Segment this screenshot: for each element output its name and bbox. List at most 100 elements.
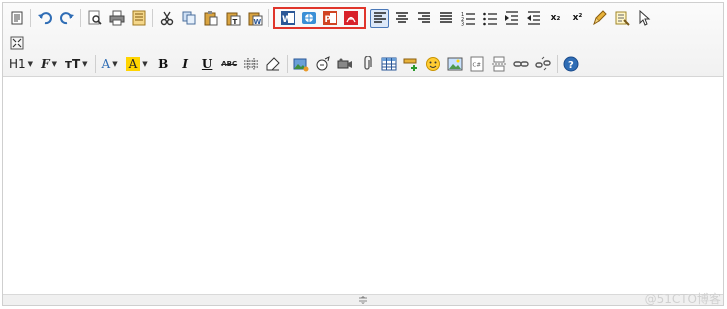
chevron-down-icon: ▼ — [142, 60, 148, 68]
heading-label: H1 — [9, 57, 26, 71]
svg-text:W: W — [253, 18, 261, 26]
italic-button[interactable]: I — [176, 55, 195, 74]
template-button[interactable] — [129, 9, 148, 28]
powerpoint-import-button[interactable]: P — [320, 9, 339, 28]
link-button[interactable] — [512, 55, 531, 74]
align-right-icon — [417, 12, 430, 23]
bold-button[interactable]: B — [154, 55, 173, 74]
font-size-label: тT — [64, 57, 81, 71]
insert-table-button[interactable] — [380, 55, 399, 74]
align-right-button[interactable] — [414, 9, 433, 28]
outdent-icon — [526, 11, 540, 25]
smiley-icon — [426, 57, 441, 71]
unlink-button[interactable] — [534, 55, 553, 74]
ordered-list-icon: 123 — [461, 12, 475, 27]
copy-button[interactable] — [179, 9, 198, 28]
chevron-down-icon: ▼ — [27, 60, 34, 68]
word-import-button[interactable]: W — [278, 9, 297, 28]
subscript-label: x₂ — [550, 13, 561, 23]
insert-row-button[interactable] — [402, 55, 421, 74]
image-gallery-button[interactable] — [446, 55, 465, 74]
align-center-button[interactable] — [392, 9, 411, 28]
pdf-import-button[interactable] — [341, 9, 360, 28]
toolbar-row-fullscreen — [7, 32, 29, 54]
fullscreen-button[interactable] — [7, 34, 26, 53]
editor-status-bar — [3, 294, 723, 305]
code-block-icon: C# — [470, 56, 484, 72]
page-break-button[interactable] — [490, 55, 509, 74]
emotion-button[interactable] — [314, 55, 333, 74]
align-left-button[interactable] — [370, 8, 389, 28]
toolbar-separator — [286, 55, 288, 73]
print-preview-button[interactable] — [85, 9, 104, 28]
emoji-button[interactable] — [424, 55, 443, 74]
superscript-button[interactable]: x² — [568, 9, 587, 28]
word-import-icon: W — [280, 11, 295, 25]
font-size-dropdown[interactable]: тT ▼ — [63, 55, 90, 74]
paste-text-button[interactable]: T — [223, 9, 242, 28]
chevron-down-icon: ▼ — [112, 60, 118, 68]
insert-image-button[interactable] — [292, 55, 311, 74]
table-grid-icon — [244, 58, 259, 70]
strikethrough-label: ABC — [221, 60, 238, 68]
font-family-label: F — [41, 57, 50, 71]
underline-button[interactable]: U — [198, 55, 217, 74]
eraser-button[interactable] — [264, 55, 283, 74]
font-family-dropdown[interactable]: F ▼ — [39, 55, 59, 74]
attachment-button[interactable] — [358, 55, 377, 74]
unordered-list-icon — [482, 12, 497, 26]
print-button[interactable] — [107, 9, 126, 28]
paperclip-icon — [364, 56, 372, 70]
outdent-button[interactable] — [524, 9, 543, 28]
editor-toolbar: T W W P 1 2 3 x₂ x² H1 ▼ F ▼ тT ▼ A ▼ A … — [3, 3, 723, 77]
redo-button[interactable] — [57, 9, 76, 28]
svg-text:T: T — [232, 18, 237, 26]
editor-content-area[interactable] — [3, 78, 723, 294]
select-all-icon — [615, 11, 630, 26]
help-button[interactable]: ? — [562, 55, 581, 74]
paste-button[interactable] — [201, 9, 220, 28]
source-code-button[interactable] — [7, 9, 26, 28]
fullscreen-icon — [10, 36, 23, 50]
cut-icon — [160, 11, 173, 26]
code-block-button[interactable]: C# — [468, 55, 487, 74]
italic-label: I — [182, 57, 188, 71]
toolbar-row-1: T W W P 1 2 3 x₂ x² — [7, 7, 656, 29]
paste-word-button[interactable]: W — [245, 9, 264, 28]
ordered-list-button[interactable]: 123 — [458, 9, 477, 28]
print-preview-icon — [88, 10, 102, 25]
unordered-list-button[interactable] — [480, 9, 499, 28]
font-color-dropdown[interactable]: A ▼ — [100, 55, 120, 74]
highlight-color-dropdown[interactable]: A ▼ — [124, 55, 150, 74]
font-color-label: A — [101, 57, 111, 71]
strikethrough-button[interactable]: ABC — [220, 55, 239, 74]
subscript-button[interactable]: x₂ — [546, 9, 565, 28]
link-icon — [513, 61, 529, 67]
highlight-color-label: A — [125, 57, 141, 71]
select-all-button[interactable] — [612, 9, 631, 28]
justify-icon — [439, 12, 452, 23]
svg-text:?: ? — [568, 60, 574, 71]
paste-icon — [204, 11, 217, 26]
cut-button[interactable] — [157, 9, 176, 28]
web-import-button[interactable] — [299, 9, 318, 28]
pointer-button[interactable] — [634, 9, 653, 28]
paste-word-icon: W — [248, 12, 262, 26]
resize-handle[interactable] — [358, 296, 368, 304]
heading-dropdown[interactable]: H1 ▼ — [7, 55, 35, 74]
insert-video-button[interactable] — [336, 55, 355, 74]
justify-button[interactable] — [436, 9, 455, 28]
svg-text:3: 3 — [461, 22, 464, 27]
clear-format-button[interactable] — [590, 9, 609, 28]
source-code-icon — [11, 11, 22, 25]
indent-icon — [504, 11, 518, 25]
powerpoint-import-icon: P — [322, 11, 337, 25]
align-left-icon — [373, 12, 386, 23]
undo-icon — [37, 12, 52, 25]
redo-icon — [59, 12, 74, 25]
horizontal-rule-button[interactable] — [242, 55, 261, 74]
svg-text:P: P — [324, 15, 331, 25]
indent-button[interactable] — [502, 9, 521, 28]
insert-row-icon — [403, 58, 418, 71]
undo-button[interactable] — [35, 9, 54, 28]
